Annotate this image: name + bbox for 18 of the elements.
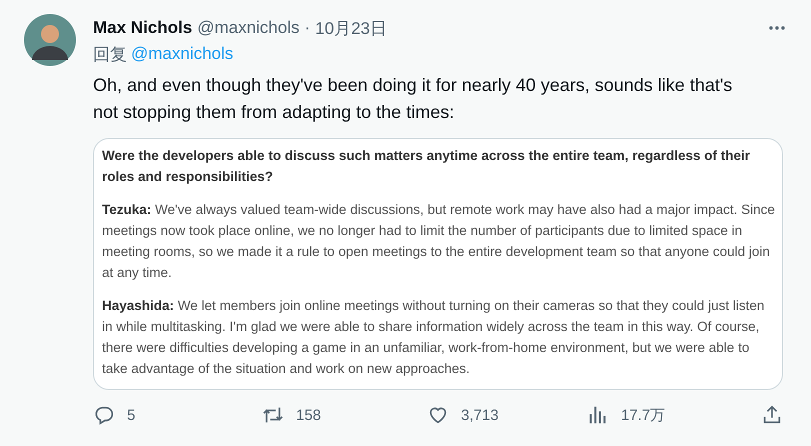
reply-button[interactable]: 5 xyxy=(93,404,136,426)
reply-icon xyxy=(93,404,115,426)
interview-question: Were the developers able to discuss such matters anytime across the entire team, regardless of their roles and responsibilities? xyxy=(102,147,751,186)
interview-answer: Hayashida: We let members join online meetings without turning on their cameras so that they could just listen in while multitasking. I'm glad we were able to share information widely across the team in this way. Of course, there were difficulties developing a game in an unfamiliar, work-from-home environment, but we were able to take advantage of the situation and work on new approaches. xyxy=(102,297,766,378)
tweet-date[interactable]: 10月23日 xyxy=(315,16,387,40)
retweet-button[interactable]: 158 xyxy=(262,404,322,426)
share-button[interactable] xyxy=(761,404,783,426)
tweet-text: Oh, and even though they've been doing it for nearly 40 years, sounds like that's not stopping them from adapting to the times: xyxy=(93,74,734,124)
author-name[interactable]: Max Nichols xyxy=(93,18,192,38)
separator: · xyxy=(304,18,310,38)
author-handle[interactable]: @maxnichols xyxy=(197,18,300,38)
views-button[interactable]: 17.7万 xyxy=(587,404,666,426)
interview-answer: Tezuka: We've always valued team-wide discussions, but remote work may have also had a major impact. Since meetings now took place online, we no longer had to limit the number of participants due to limited space in meeting rooms, so we made it a rule to open meetings to the entire development team so that anyone could join at any time. xyxy=(102,201,776,282)
avatar[interactable] xyxy=(24,14,76,66)
reply-label: 回复 xyxy=(93,44,127,66)
like-button[interactable]: 3,713 xyxy=(427,404,499,426)
share-icon xyxy=(761,404,783,426)
quoted-image-card[interactable] xyxy=(93,138,783,390)
